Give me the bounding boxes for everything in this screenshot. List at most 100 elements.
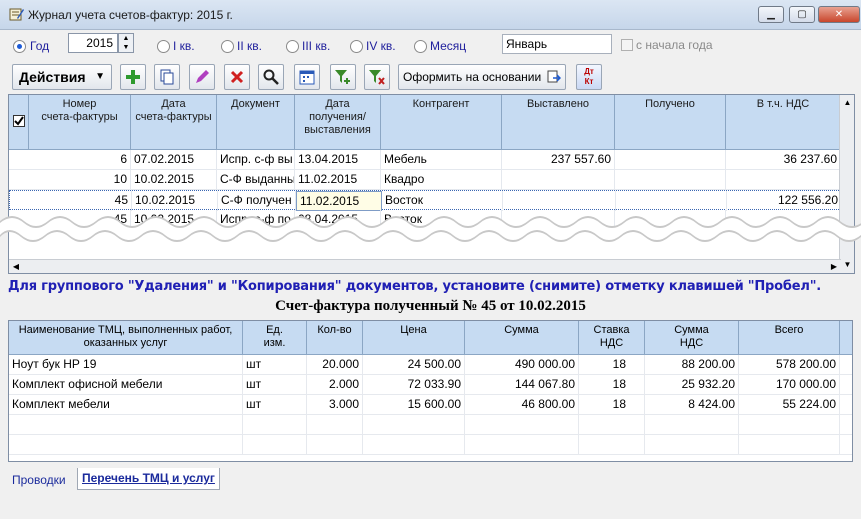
col-vat[interactable]: В т.ч. НДС — [726, 95, 841, 150]
col-vat-sum[interactable]: Сумма НДС — [645, 321, 739, 355]
quarter-4-radio[interactable] — [350, 40, 363, 53]
item-quantity: 20.000 — [307, 355, 363, 375]
table-row[interactable]: Комплект офисной мебели шт 2.000 72 033.… — [9, 375, 852, 395]
col-document[interactable]: Документ — [217, 95, 295, 150]
empty-cell — [9, 435, 243, 455]
screenshot-tear-edge — [0, 216, 861, 242]
year-spinner[interactable]: ▲ ▼ — [118, 33, 134, 53]
received-amount — [615, 150, 726, 170]
scroll-up-icon[interactable]: ▲ — [841, 96, 854, 110]
empty-cell — [645, 415, 739, 435]
empty-cell — [243, 415, 307, 435]
pencil-icon — [196, 70, 209, 83]
bottom-tabs: Проводки Перечень ТМЦ и услуг — [0, 462, 861, 519]
quarter-2-label: II кв. — [237, 39, 262, 53]
search-button[interactable] — [258, 64, 284, 90]
table-row-empty[interactable] — [9, 435, 852, 455]
invoice-number: 6 — [29, 150, 131, 170]
add-button[interactable] — [120, 64, 146, 90]
invoice-grid-header: Номер счета-фактуры Дата счета-фактуры Д… — [9, 95, 841, 150]
col-invoice-number[interactable]: Номер счета-фактуры — [29, 95, 131, 150]
col-sum[interactable]: Сумма — [465, 321, 579, 355]
month-field[interactable]: Январь — [502, 34, 612, 54]
empty-cell — [579, 415, 645, 435]
document-type: Испр. с-ф вы — [217, 150, 295, 170]
table-row[interactable]: Ноут бук HP 19 шт 20.000 24 500.00 490 0… — [9, 355, 852, 375]
calendar-button[interactable] — [294, 64, 320, 90]
table-row[interactable]: 6 07.02.2015 Испр. с-ф вы 13.04.2015 Меб… — [9, 150, 841, 170]
quarter-2-radio[interactable] — [221, 40, 234, 53]
item-vat-rate: 18 — [579, 375, 645, 395]
table-row[interactable]: Комплект мебели шт 3.000 15 600.00 46 80… — [9, 395, 852, 415]
tab-postings[interactable]: Проводки — [8, 470, 70, 492]
empty-cell — [739, 415, 840, 435]
item-price: 24 500.00 — [363, 355, 465, 375]
col-received[interactable]: Получено — [615, 95, 726, 150]
filter-remove-button[interactable] — [364, 64, 390, 90]
empty-cell — [9, 415, 243, 435]
col-item-name[interactable]: Наименование ТМЦ, выполненных работ, ока… — [9, 321, 243, 355]
year-radio-label: Год — [30, 39, 50, 53]
title-bar: Журнал учета счетов-фактур: 2015 г. ▁ ▢ … — [0, 0, 861, 30]
col-issued[interactable]: Выставлено — [502, 95, 615, 150]
debit-credit-button[interactable]: Дт Кт — [576, 64, 602, 90]
col-total[interactable]: Всего — [739, 321, 840, 355]
table-row[interactable]: 10 10.02.2015 С-Ф выданны 11.02.2015 Ква… — [9, 170, 841, 190]
empty-cell — [363, 435, 465, 455]
scroll-right-icon[interactable]: ▶ — [827, 260, 841, 273]
delete-x-icon — [230, 70, 244, 84]
actions-dropdown[interactable]: Действия ▼ — [12, 64, 112, 90]
quarter-1-radio[interactable] — [157, 40, 170, 53]
col-invoice-date[interactable]: Дата счета-фактуры — [131, 95, 217, 150]
year-input[interactable]: 2015 — [68, 33, 118, 53]
col-vat-rate[interactable]: Ставка НДС — [579, 321, 645, 355]
col-received-date[interactable]: Дата получения/ выставления — [295, 95, 381, 150]
plus-icon — [126, 70, 140, 84]
empty-cell — [307, 435, 363, 455]
copy-button[interactable] — [154, 64, 180, 90]
empty-cell — [307, 415, 363, 435]
from-start-checkbox[interactable] — [621, 39, 633, 51]
quarter-3-label: III кв. — [302, 39, 331, 53]
calendar-icon — [299, 70, 315, 85]
tab-goods-services[interactable]: Перечень ТМЦ и услуг — [77, 468, 220, 490]
col-price[interactable]: Цена — [363, 321, 465, 355]
col-quantity[interactable]: Кол-во — [307, 321, 363, 355]
quarter-1-label: I кв. — [173, 39, 195, 53]
create-based-on-button[interactable]: Оформить на основании — [398, 64, 566, 90]
invoice-number: 10 — [29, 170, 131, 190]
quarter-3-radio[interactable] — [286, 40, 299, 53]
table-row-empty[interactable] — [9, 415, 852, 435]
item-quantity: 2.000 — [307, 375, 363, 395]
create-based-on-label: Оформить на основании — [403, 70, 542, 84]
horizontal-scrollbar[interactable]: ◀ ▶ — [9, 259, 841, 273]
empty-cell — [645, 435, 739, 455]
filter-add-button[interactable] — [330, 64, 356, 90]
items-grid[interactable]: Наименование ТМЦ, выполненных работ, ока… — [8, 320, 853, 462]
col-unit[interactable]: Ед. изм. — [243, 321, 307, 355]
maximize-button[interactable]: ▢ — [789, 6, 815, 23]
toolbar: Действия ▼ Оформить на основании Дт Кт — [0, 60, 861, 94]
item-unit: шт — [243, 355, 307, 375]
close-button[interactable]: ✕ — [818, 6, 860, 23]
select-all-column[interactable] — [9, 95, 29, 150]
col-counterparty[interactable]: Контрагент — [381, 95, 502, 150]
received-date: 13.04.2015 — [295, 150, 381, 170]
edit-button[interactable] — [189, 64, 215, 90]
minimize-button[interactable]: ▁ — [758, 6, 784, 23]
month-radio[interactable] — [414, 40, 427, 53]
empty-cell — [465, 435, 579, 455]
document-type: С-Ф выданны — [217, 170, 295, 190]
item-vat-sum: 25 932.20 — [645, 375, 739, 395]
month-radio-label: Месяц — [430, 39, 467, 53]
item-unit: шт — [243, 395, 307, 415]
empty-cell — [465, 415, 579, 435]
items-grid-header: Наименование ТМЦ, выполненных работ, ока… — [9, 321, 852, 355]
item-sum: 144 067.80 — [465, 375, 579, 395]
counterparty: Квадро — [381, 170, 502, 190]
item-total: 578 200.00 — [739, 355, 840, 375]
scroll-left-icon[interactable]: ◀ — [9, 260, 23, 273]
delete-button[interactable] — [224, 64, 250, 90]
scroll-down-icon[interactable]: ▼ — [841, 258, 854, 272]
year-radio[interactable] — [13, 40, 26, 53]
